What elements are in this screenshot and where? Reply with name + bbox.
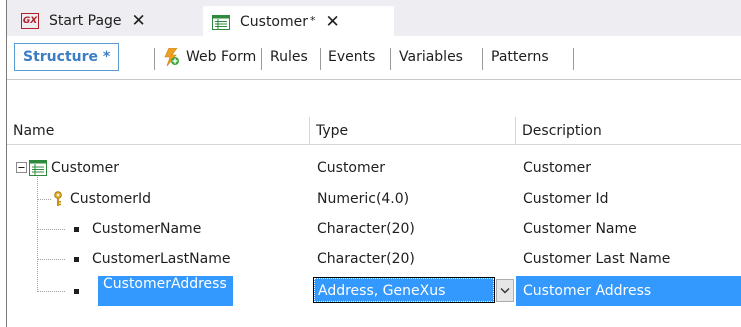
web-form-icon xyxy=(164,48,179,66)
separator xyxy=(154,48,155,70)
dropdown-button[interactable] xyxy=(496,279,514,302)
row-name: CustomerId xyxy=(70,191,152,207)
tab-web-form-label: Web Form xyxy=(186,49,257,65)
row-description: Customer Name xyxy=(523,221,637,237)
tree-row[interactable]: CustomerId Numeric(4.0) Customer Id xyxy=(7,184,741,214)
row-type: Character(20) xyxy=(317,251,415,267)
row-type: Customer xyxy=(317,160,386,176)
tab-rules[interactable]: Rules xyxy=(270,42,308,72)
tab-patterns[interactable]: Patterns xyxy=(491,42,549,72)
tab-variables[interactable]: Variables xyxy=(399,42,463,72)
tree-row[interactable]: Customer Customer Customer xyxy=(7,153,741,183)
type-combo[interactable]: Address, GeneXus xyxy=(310,276,516,306)
row-description: Customer Last Name xyxy=(523,251,671,267)
column-header-name[interactable]: Name xyxy=(7,117,310,145)
row-description: Customer xyxy=(523,160,592,176)
gx-logo-icon: GX xyxy=(21,13,39,29)
transaction-icon xyxy=(29,160,47,176)
column-header-type[interactable]: Type xyxy=(310,117,516,145)
tab-start-page[interactable]: GX Start Page ✕ xyxy=(15,6,202,36)
tab-structure[interactable]: Structure * xyxy=(14,43,120,71)
row-type: Character(20) xyxy=(317,221,415,237)
tree-row[interactable]: CustomerLastName Character(20) Customer … xyxy=(7,244,741,274)
part-selector-bar: Structure * Web Form Rules Events Variab… xyxy=(7,36,741,80)
row-name: CustomerAddress xyxy=(98,276,233,306)
attribute-bullet-icon xyxy=(74,289,79,294)
collapse-icon[interactable] xyxy=(16,162,27,173)
row-description: Customer Id xyxy=(523,191,609,207)
column-header-description[interactable]: Description xyxy=(516,117,741,145)
attribute-bullet-icon xyxy=(74,227,79,232)
tab-web-form[interactable]: Web Form xyxy=(163,42,256,72)
separator xyxy=(261,48,262,70)
tab-label: Start Page xyxy=(49,13,122,29)
tree-row-selected[interactable]: CustomerAddress Address, GeneXus Custome… xyxy=(7,276,741,306)
tab-label-text: Customer xyxy=(240,14,309,30)
separator xyxy=(320,48,321,70)
attribute-bullet-icon xyxy=(74,257,79,262)
type-input[interactable]: Address, GeneXus xyxy=(313,277,495,303)
key-icon xyxy=(54,191,62,206)
row-description: Customer Address xyxy=(523,283,652,299)
close-icon[interactable]: ✕ xyxy=(326,13,340,31)
separator xyxy=(573,48,574,70)
separator xyxy=(482,48,483,70)
row-name: CustomerName xyxy=(92,221,202,237)
transaction-editor: GX Start Page ✕ Customer* ✕ Structure * xyxy=(6,0,741,327)
modified-mark: * xyxy=(310,14,316,27)
chevron-down-icon xyxy=(500,288,510,294)
transaction-icon xyxy=(212,14,230,30)
tab-customer[interactable]: Customer * ✕ xyxy=(203,6,394,36)
separator xyxy=(390,48,391,70)
tab-events[interactable]: Events xyxy=(328,42,375,72)
close-icon[interactable]: ✕ xyxy=(132,12,146,30)
tab-label: Customer * xyxy=(240,14,316,30)
row-name: Customer xyxy=(51,160,120,176)
tree-row[interactable]: CustomerName Character(20) Customer Name xyxy=(7,214,741,244)
row-name: CustomerLastName xyxy=(92,251,231,267)
row-type: Numeric(4.0) xyxy=(317,191,410,207)
document-tab-strip: GX Start Page ✕ Customer * ✕ xyxy=(7,0,741,36)
